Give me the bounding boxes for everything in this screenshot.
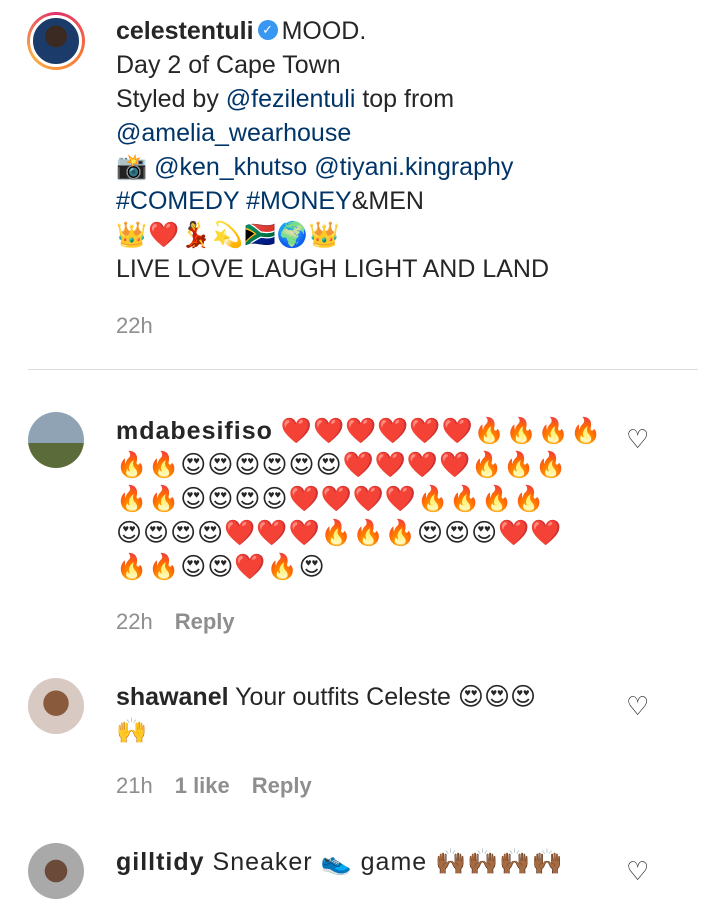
comment-meta: 21h 1 like Reply — [116, 773, 334, 799]
comment-emojis-line: 😍😍😍😍❤️❤️❤️🔥🔥🔥😍😍😍❤️❤️ — [116, 518, 563, 547]
comment-username[interactable]: mdabesifiso — [116, 417, 273, 445]
caption-line6-suffix: &MEN — [351, 187, 424, 215]
comment-time: 22h — [116, 609, 153, 634]
comment-time: 21h — [116, 773, 153, 798]
commenter-avatar[interactable] — [28, 678, 84, 734]
divider — [28, 369, 698, 370]
mention-tiyani-kingraphy[interactable]: @tiyani.kingraphy — [314, 153, 513, 181]
caption-line3-prefix: Styled by — [116, 85, 226, 113]
mention-fezilentuli[interactable]: @fezilentuli — [226, 85, 356, 113]
caption-emojis: 👑❤️💃💫🇿🇦🌍👑 — [116, 220, 341, 249]
caption-time: 22h — [116, 313, 153, 338]
mention-amelia-wearhouse[interactable]: @amelia_wearhouse — [116, 119, 351, 147]
comment-body-line2: 🙌 — [116, 716, 148, 745]
mention-ken-khutso[interactable]: @ken_khutso — [154, 153, 307, 181]
avatar-image — [30, 15, 82, 67]
reply-button[interactable]: Reply — [252, 773, 312, 798]
commenter-avatar[interactable] — [28, 843, 84, 899]
commenter-avatar[interactable] — [28, 412, 84, 468]
heart-outline-icon[interactable]: ♡ — [626, 693, 652, 719]
caption-meta: 22h — [116, 313, 175, 339]
comment-text: mdabesifiso ❤️❤️❤️❤️❤️❤️🔥🔥🔥🔥 🔥🔥😍😍😍😍😍😍❤️❤… — [116, 414, 625, 584]
comment-emojis-line: ❤️❤️❤️❤️❤️❤️🔥🔥🔥🔥 — [280, 416, 603, 445]
heart-outline-icon[interactable]: ♡ — [626, 858, 652, 884]
comment-body: Sneaker 👟 game 🙌🏾🙌🏾🙌🏾🙌🏾 — [212, 848, 564, 876]
comment-text: gilltidy Sneaker 👟 game 🙌🏾🙌🏾🙌🏾🙌🏾 — [116, 845, 625, 879]
comment-username[interactable]: shawanel — [116, 683, 229, 711]
comment-emojis-line: 🔥🔥😍😍😍😍❤️❤️❤️❤️🔥🔥🔥🔥 — [116, 484, 546, 513]
caption-text: celestentuli ✓ MOOD. Day 2 of Cape Town St… — [116, 14, 625, 286]
reply-button[interactable]: Reply — [175, 609, 235, 634]
comment-emojis-line: 🔥🔥😍😍😍😍😍😍❤️❤️❤️❤️🔥🔥🔥 — [116, 450, 568, 479]
caption-avatar[interactable] — [27, 12, 85, 70]
comment-body: Your outfits Celeste 😍😍😍 — [235, 683, 537, 711]
comment-emojis-line: 🔥🔥😍😍❤️🔥😍 — [116, 552, 326, 581]
camera-icon: 📸 — [116, 152, 148, 181]
comment-text: shawanel Your outfits Celeste 😍😍😍 🙌 — [116, 680, 625, 748]
caption-line8: LIVE LOVE LAUGH LIGHT AND LAND — [116, 255, 550, 283]
comment-username[interactable]: gilltidy — [116, 848, 205, 876]
hashtag-money[interactable]: #MONEY — [246, 187, 352, 215]
likes-count[interactable]: 1 like — [175, 773, 230, 798]
caption-username[interactable]: celestentuli — [116, 17, 254, 45]
caption-line1: MOOD. — [281, 17, 367, 45]
heart-outline-icon[interactable]: ♡ — [626, 426, 652, 452]
hashtag-comedy[interactable]: #COMEDY — [116, 187, 239, 215]
caption-line2: Day 2 of Cape Town — [116, 51, 341, 79]
comment-meta: 22h Reply — [116, 609, 257, 635]
verified-badge-icon: ✓ — [257, 20, 278, 41]
caption-line3-suffix: top from — [355, 85, 455, 113]
